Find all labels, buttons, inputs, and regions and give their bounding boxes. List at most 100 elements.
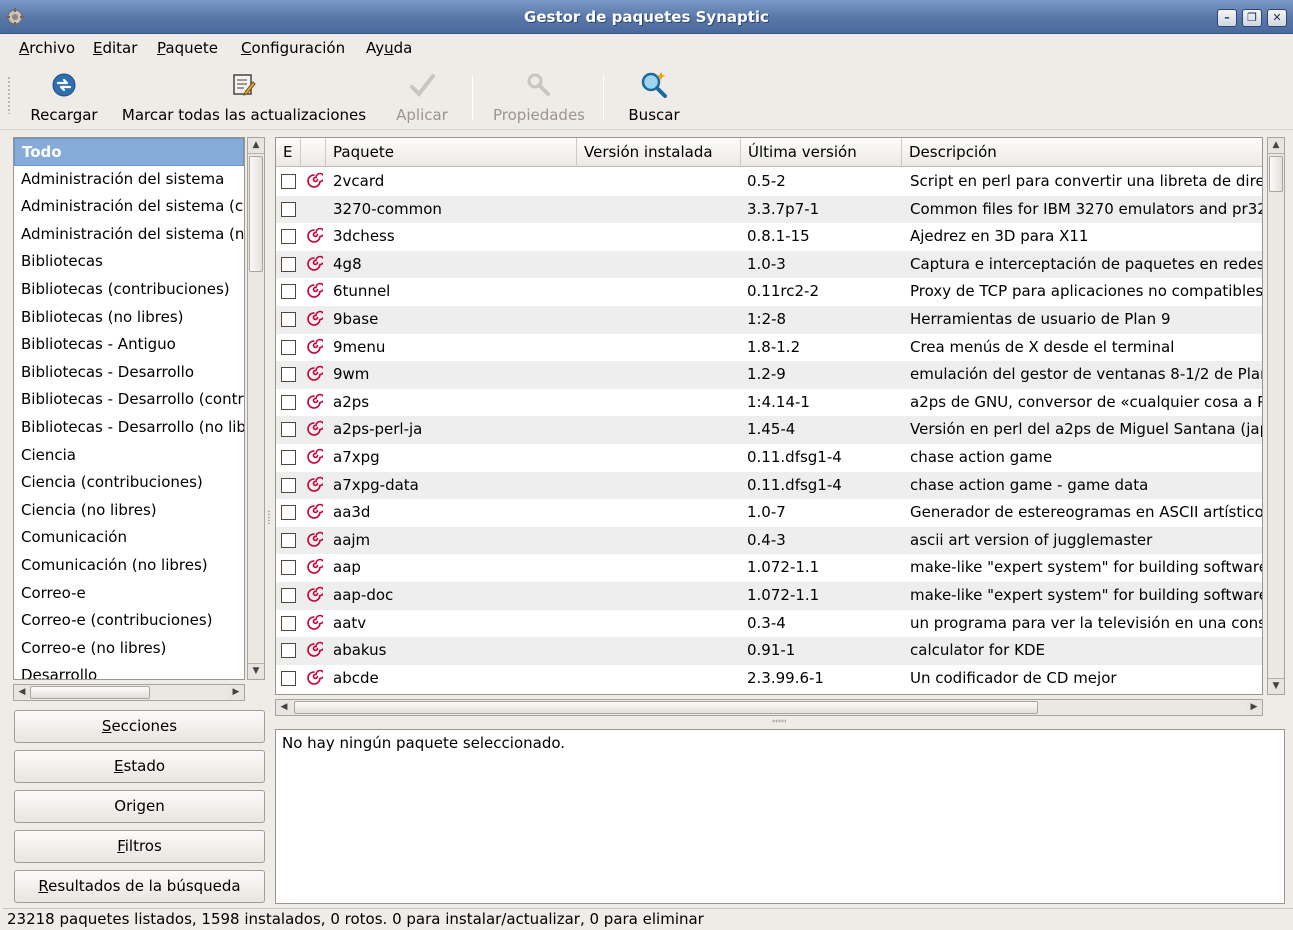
toolbar-grip[interactable] [7,76,11,114]
scroll-thumb[interactable] [1269,156,1283,192]
category-item[interactable]: Bibliotecas (no libres) [14,304,244,332]
table-row[interactable]: aatv 0.3-4 un programa para ver la televis… [276,610,1262,638]
category-item[interactable]: Comunicación (no libres) [14,552,244,580]
category-item[interactable]: Bibliotecas - Desarrollo [14,359,244,387]
table-row[interactable]: aajm 0.4-3 ascii art version of jugglemast… [276,526,1262,555]
table-row[interactable]: abakus 0.91-1 calculator for KDE [276,637,1262,665]
scroll-up-icon[interactable]: ▲ [1268,138,1284,154]
menu-editar[interactable]: Editar [93,39,137,57]
pane-splitter-grip[interactable] [267,510,271,524]
menu-ayuda[interactable]: Ayuda [366,39,412,57]
apply-button[interactable]: Aplicar [389,70,455,124]
package-vertical-scrollbar[interactable]: ▲ ▼ [1267,137,1285,695]
package-checkbox[interactable] [281,560,296,576]
reload-button[interactable]: Recargar [26,70,102,124]
column-installed-version[interactable]: Versión instalada [577,138,741,167]
properties-button[interactable]: Propiedades [485,70,593,124]
table-row[interactable]: 9base 1:2-8 Herramientas de usuario de Pla… [276,306,1262,334]
category-vertical-scrollbar[interactable]: ▲ ▼ [247,137,265,680]
table-row[interactable]: 3dchess 0.8.1-15 Ajedrez en 3D para X11 [276,223,1262,251]
search-results-button[interactable]: Resultados de la búsqueda [14,870,265,903]
category-item[interactable]: Desarrollo [14,662,244,679]
package-checkbox[interactable] [281,532,296,548]
search-button[interactable]: Buscar [620,70,688,124]
category-item[interactable]: Bibliotecas (contribuciones) [14,276,244,304]
scroll-left-icon[interactable]: ◀ [276,700,292,715]
mark-all-upgrades-button[interactable]: Marcar todas las actualizaciones [113,70,375,124]
scroll-right-icon[interactable]: ▶ [1246,700,1262,715]
package-checkbox[interactable] [281,284,296,300]
column-status[interactable]: E [276,138,301,167]
scroll-right-icon[interactable]: ▶ [228,685,244,700]
category-item[interactable]: Todo [14,138,244,166]
table-row[interactable]: a2ps 1:4.14-1 a2ps de GNU, conversor de «c… [276,389,1262,417]
package-checkbox[interactable] [281,588,296,603]
package-checkbox[interactable] [281,174,296,189]
table-row[interactable]: 2vcard 0.5-2 Script en perl para convertir… [276,168,1262,196]
package-checkbox[interactable] [281,312,296,327]
menu-archivo[interactable]: Archivo [19,39,75,57]
category-item[interactable]: Bibliotecas - Desarrollo (contribuciones… [14,386,244,414]
origin-button[interactable]: Origen [14,790,265,823]
table-row[interactable]: aap 1.072-1.1 make-like "expert system" fo… [276,554,1262,582]
maximize-icon[interactable]: ❐ [1242,9,1262,27]
column-support[interactable] [301,138,326,167]
minimize-icon[interactable]: – [1217,9,1237,27]
title-bar[interactable]: Gestor de paquetes Synaptic – ❐ ✕ [0,0,1293,34]
table-row[interactable]: a7xpg 0.11.dfsg1-4 chase action game [276,444,1262,472]
column-package[interactable]: Paquete [326,138,577,167]
pane-splitter-grip[interactable] [772,719,786,723]
table-row[interactable]: aap-doc 1.072-1.1 make-like "expert system… [276,582,1262,610]
package-table[interactable]: E Paquete Versión instalada Última versi… [275,137,1263,695]
category-item[interactable]: Bibliotecas - Antiguo [14,331,244,359]
category-item[interactable]: Comunicación [14,524,244,552]
category-horizontal-scrollbar[interactable]: ◀ ▶ [13,684,245,701]
menu-paquete[interactable]: Paquete [157,39,218,57]
category-item[interactable]: Bibliotecas [14,248,244,276]
table-row[interactable]: a7xpg-data 0.11.dfsg1-4 chase action game … [276,471,1262,500]
category-item[interactable]: Ciencia (contribuciones) [14,469,244,497]
table-row[interactable]: a2ps-perl-ja 1.45-4 Versión en perl del a2… [276,416,1262,444]
scroll-thumb[interactable] [30,686,150,699]
package-checkbox[interactable] [281,477,296,493]
package-horizontal-scrollbar[interactable]: ◀ ▶ [275,699,1263,716]
table-row[interactable]: 9wm 1.2-9 emulación del gestor de ventanas… [276,361,1262,389]
package-checkbox[interactable] [281,201,296,217]
category-item[interactable]: Bibliotecas - Desarrollo (no libres) [14,414,244,442]
category-item[interactable]: Ciencia [14,442,244,470]
scroll-thumb[interactable] [249,156,263,272]
scroll-down-icon[interactable]: ▼ [248,663,264,679]
category-item[interactable]: Correo-e [14,580,244,608]
package-checkbox[interactable] [281,615,296,631]
status-button[interactable]: Estado [14,750,265,783]
column-description[interactable]: Descripción [902,138,1262,167]
category-item[interactable]: Correo-e (contribuciones) [14,607,244,635]
table-row[interactable]: 3270-common 3.3.7p7-1 Common files for IBM… [276,195,1262,224]
category-list[interactable]: Todo Administración del sistema Administ… [13,137,245,680]
scroll-left-icon[interactable]: ◀ [14,685,30,700]
category-item[interactable]: Ciencia (no libres) [14,497,244,525]
package-checkbox[interactable] [281,450,296,465]
table-row[interactable]: abcde 2.3.99.6-1 Un codificador de CD mejo… [276,665,1262,693]
package-checkbox[interactable] [281,367,296,383]
table-row[interactable]: 9menu 1.8-1.2 Crea menús de X desde el ter… [276,334,1262,362]
category-item[interactable]: Administración del sistema [14,166,244,194]
close-icon[interactable]: ✕ [1267,9,1287,27]
column-latest-version[interactable]: Última versión [741,138,902,167]
package-checkbox[interactable] [281,505,296,521]
category-item[interactable]: Administración del sistema (contribucion… [14,193,244,221]
table-row[interactable]: aa3d 1.0-7 Generador de estereogramas en A… [276,499,1262,527]
package-checkbox[interactable] [281,394,296,410]
package-checkbox[interactable] [281,256,296,272]
scroll-down-icon[interactable]: ▼ [1268,678,1284,694]
scroll-thumb[interactable] [294,701,1038,714]
category-item[interactable]: Correo-e (no libres) [14,635,244,663]
filters-button[interactable]: Filtros [14,830,265,863]
table-row[interactable]: 4g8 1.0-3 Captura e interceptación de paqu… [276,250,1262,279]
package-checkbox[interactable] [281,229,296,245]
sections-button[interactable]: Secciones [14,710,265,743]
category-item[interactable]: Administración del sistema (no libres) [14,221,244,249]
package-checkbox[interactable] [281,643,296,659]
table-row[interactable]: 6tunnel 0.11rc2-2 Proxy de TCP para aplica… [276,278,1262,306]
package-checkbox[interactable] [281,422,296,438]
